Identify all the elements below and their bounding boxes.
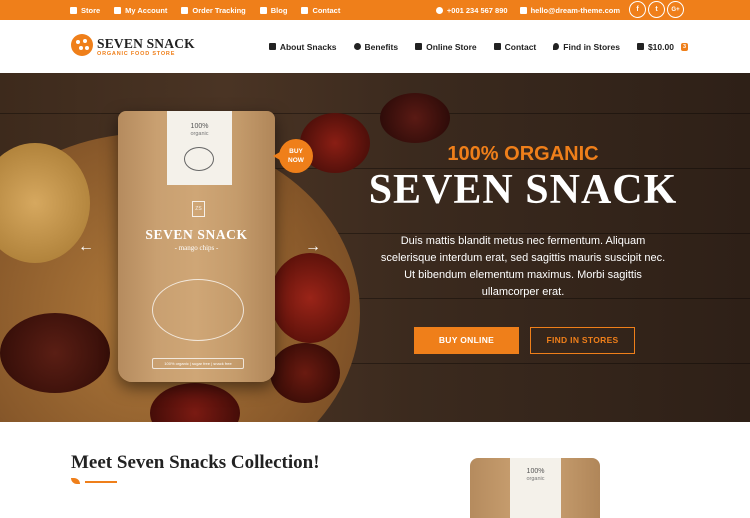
title-underline xyxy=(85,481,117,483)
product-pouch-image[interactable]: 100% organic ZS SEVEN SNACK - mango chip… xyxy=(118,111,275,382)
pouch-product-flavor: - mango chips - xyxy=(174,244,219,252)
nav-item-find-in-stores[interactable]: Find in Stores xyxy=(553,42,620,52)
nav-item-benefits[interactable]: Benefits xyxy=(353,42,398,52)
basket-icon xyxy=(415,43,423,50)
buy-online-button[interactable]: BUY ONLINE xyxy=(414,327,519,354)
slider-next-arrow-icon[interactable]: → xyxy=(304,238,322,256)
envelope-icon xyxy=(301,6,309,14)
twitter-icon[interactable]: t xyxy=(648,1,665,18)
buy-now-badge[interactable]: BUY NOW xyxy=(273,139,313,173)
facebook-icon[interactable]: f xyxy=(629,1,646,18)
top-link-contact[interactable]: Contact xyxy=(301,6,340,15)
envelope-icon xyxy=(493,43,501,50)
section-title: Meet Seven Snacks Collection! xyxy=(71,452,320,473)
truck-icon xyxy=(181,6,189,14)
pouch-label: 100% organic xyxy=(167,111,232,185)
top-link-my-account[interactable]: My Account xyxy=(114,6,167,15)
pouch-footer: 100% organic | sugar free | snack free xyxy=(152,358,244,369)
mango-drawing-icon xyxy=(184,147,214,171)
leaf-icon xyxy=(71,478,80,484)
document-icon xyxy=(259,6,267,14)
utensils-icon xyxy=(268,43,276,50)
top-link-order-tracking[interactable]: Order Tracking xyxy=(181,6,246,15)
cart-count-badge: 3 xyxy=(680,42,688,51)
monogram-icon: ZS xyxy=(192,201,205,217)
phone-icon xyxy=(435,6,443,14)
brand-name[interactable]: SEVEN SNACK xyxy=(97,36,195,52)
top-phone[interactable]: +001 234 567 890 xyxy=(435,6,508,15)
store-icon xyxy=(70,6,77,14)
top-email[interactable]: hello@dream-theme.com xyxy=(519,6,620,15)
top-bar: Store My Account Order Tracking Blog Con… xyxy=(0,0,750,20)
dried-fruit xyxy=(270,343,340,403)
slider-prev-arrow-icon[interactable]: ← xyxy=(77,238,95,256)
main-nav: About Snacks Benefits Online Store Conta… xyxy=(268,20,688,73)
dried-fruit xyxy=(0,313,110,393)
top-links: Store My Account Order Tracking Blog Con… xyxy=(70,0,340,20)
nav-item-about-snacks[interactable]: About Snacks xyxy=(268,42,337,52)
envelope-icon xyxy=(519,6,527,14)
hero-kicker: 100% ORGANIC xyxy=(447,143,599,165)
hero-description: Duis mattis blandit metus nec fermentum.… xyxy=(380,235,666,298)
top-contact: +001 234 567 890 hello@dream-theme.com xyxy=(435,0,620,20)
find-in-stores-button[interactable]: FIND IN STORES xyxy=(530,327,635,354)
pouch-product-name: SEVEN SNACK xyxy=(145,227,248,242)
brand-tagline: ORGANIC FOOD STORE xyxy=(97,51,176,57)
google-plus-icon[interactable]: G+ xyxy=(667,1,684,18)
top-link-store[interactable]: Store xyxy=(70,6,100,15)
nav-item-contact[interactable]: Contact xyxy=(493,42,536,52)
collection-product-image[interactable]: 100% organic xyxy=(470,458,600,518)
star-icon xyxy=(353,43,361,50)
cart-icon xyxy=(636,43,644,50)
map-pin-icon xyxy=(553,43,560,50)
lock-icon xyxy=(114,6,122,14)
top-link-blog[interactable]: Blog xyxy=(259,6,287,15)
pouch-label: 100% organic xyxy=(510,458,561,518)
dried-fruit xyxy=(380,93,450,143)
dried-fruit xyxy=(270,253,350,343)
mango-illustration-icon xyxy=(152,279,244,341)
cart-button[interactable]: $10.00 3 xyxy=(636,42,688,52)
nav-item-online-store[interactable]: Online Store xyxy=(415,42,477,52)
hero-title: SEVEN SNACK xyxy=(368,167,678,213)
logo-icon[interactable] xyxy=(71,34,93,56)
